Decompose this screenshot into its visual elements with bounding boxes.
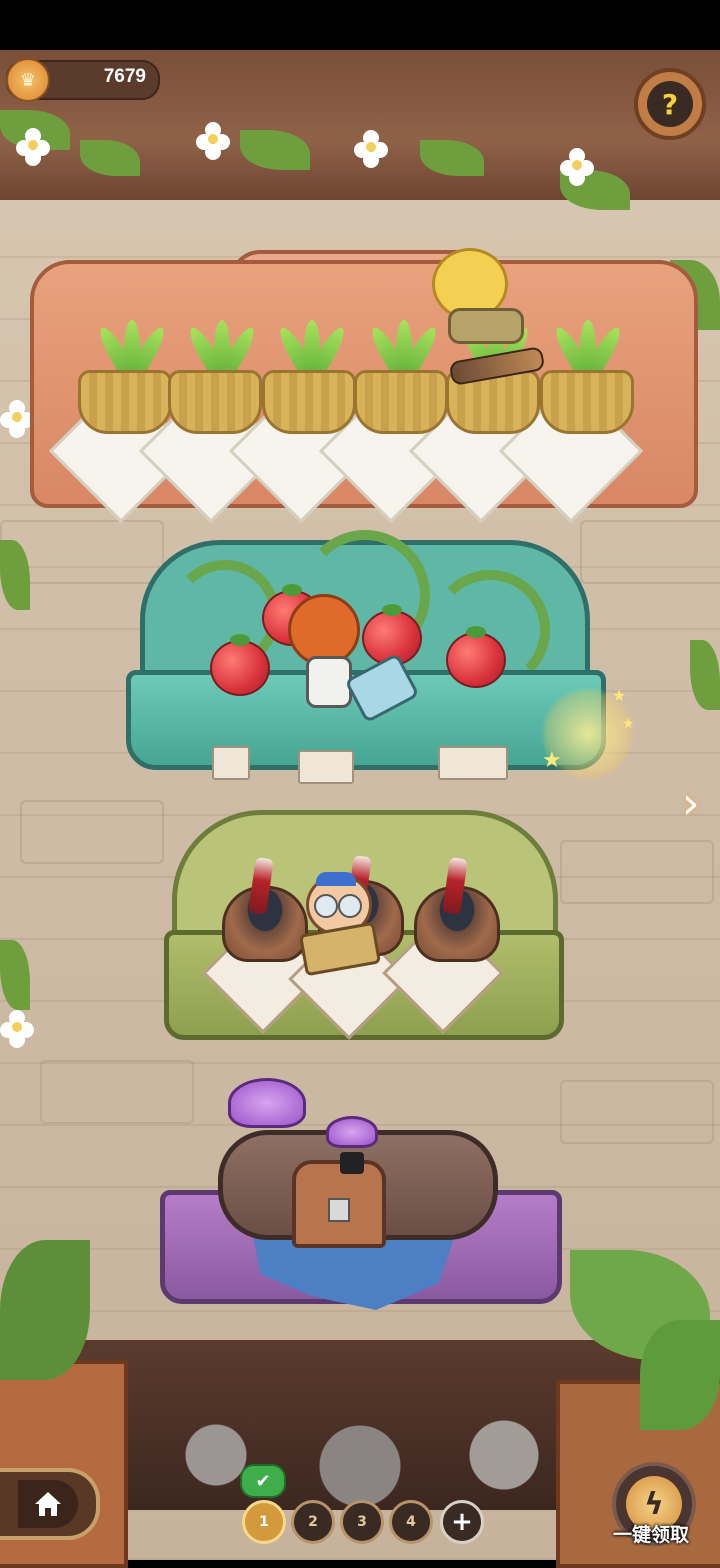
help-button[interactable]: ? [634,68,706,140]
treasure-chest-icon[interactable] [292,1160,386,1248]
home-button[interactable] [0,1468,100,1540]
tomato-icon[interactable] [446,626,506,688]
purple-mushroom-icon[interactable] [326,1116,378,1148]
price-tag [212,746,250,780]
home-icon [35,1492,61,1516]
star-icon: ★ [622,716,635,732]
price-tag [438,746,508,780]
next-area-arrow[interactable]: › [682,776,712,832]
character-body [306,656,352,708]
check-icon: ✔ [240,1464,286,1498]
basket [78,370,172,434]
coin-crown-icon: ♛ [6,58,50,102]
plant-leaf [0,1240,90,1380]
flower-icon [196,122,230,160]
wall-brick [560,840,714,904]
add-page-button[interactable]: + [440,1500,484,1544]
page-2-button[interactable]: 2 [291,1500,335,1544]
status-bar [0,0,720,50]
wall-brick [40,1060,194,1124]
stones [120,1400,600,1510]
star-icon: ★ [542,748,562,773]
collect-all-label[interactable]: 一键领取 [598,1520,704,1547]
character-hair [316,872,356,886]
flower-icon [16,128,50,166]
basket [262,370,356,434]
flower-icon [0,1010,34,1048]
basket [540,370,634,434]
wall-brick [560,1080,714,1144]
plant-leaf [640,1320,720,1430]
flower-icon [354,130,388,168]
top-hat-icon [340,1152,364,1174]
character-body [448,308,524,344]
basket [168,370,262,434]
page-1-button[interactable]: 1 [242,1500,286,1544]
goggles-icon [338,894,362,918]
question-mark-icon: ? [647,81,693,127]
tomato-icon[interactable] [210,634,270,696]
page-3-button[interactable]: 3 [340,1500,384,1544]
page-4-button[interactable]: 4 [389,1500,433,1544]
goggles-icon [314,894,338,918]
purple-mushroom-icon[interactable] [228,1078,306,1128]
price-tag [298,750,354,784]
wall-brick [580,520,720,584]
basket [354,370,448,434]
wall-brick [20,800,164,864]
currency-value: 7679 [103,66,146,87]
star-icon: ★ [612,686,627,705]
flower-icon [0,400,34,438]
flower-icon [560,148,594,186]
